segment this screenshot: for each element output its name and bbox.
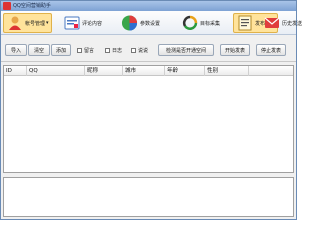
toolbar-comment-label: 评论内容 [82, 20, 103, 27]
detect-space-button[interactable]: 检测是否开通空间 [158, 44, 214, 56]
app-logo-icon [3, 2, 11, 10]
toolbar-param-settings[interactable]: 参数设置 [121, 13, 160, 33]
app-window: QQ空间营销助手 帐号管理 ▾ 评论内容 参数设置 目标采集 历史发送 导入 清… [0, 0, 302, 220]
diary-checkbox-label: 日志 [112, 47, 123, 54]
table-header: ID QQ 昵称 城市 年龄 性别 [4, 66, 293, 76]
message-checkbox[interactable]: 留言 [77, 46, 94, 54]
history-send-icon [263, 15, 280, 32]
control-row: 导入 清空 添加 留言 日志 说说 检测是否开通空间 开始发表 停止发表 [1, 35, 296, 62]
toolbar-history-send[interactable]: 历史发送 [263, 13, 302, 33]
log-area[interactable] [3, 177, 294, 217]
column-header-qq[interactable]: QQ [27, 66, 85, 76]
import-button[interactable]: 导入 [5, 44, 27, 56]
clear-button[interactable]: 清空 [28, 44, 50, 56]
toolbar-target-collect[interactable]: 目标采集 [181, 13, 220, 33]
toolbar-settings-label: 参数设置 [140, 20, 161, 27]
comment-content-icon [63, 15, 80, 32]
publish-comment-icon [236, 15, 253, 32]
talk-checkbox[interactable]: 说说 [131, 46, 148, 54]
chevron-down-icon: ▾ [46, 20, 49, 26]
refresh-collect-icon [181, 15, 198, 32]
column-header-age[interactable]: 年龄 [165, 66, 205, 76]
diary-checkbox-box[interactable] [105, 47, 110, 53]
add-button[interactable]: 添加 [51, 44, 71, 56]
column-header-gender[interactable]: 性别 [205, 66, 249, 76]
message-checkbox-box[interactable] [77, 47, 82, 53]
target-table[interactable]: ID QQ 昵称 城市 年龄 性别 [3, 65, 294, 173]
toolbar-collect-label: 目标采集 [200, 20, 221, 27]
column-header-id[interactable]: ID [4, 66, 27, 76]
pie-settings-icon [121, 15, 138, 32]
diary-checkbox[interactable]: 日志 [105, 46, 122, 54]
talk-checkbox-box[interactable] [131, 47, 136, 53]
toolbar-history-label: 历史发送 [282, 20, 303, 27]
title-bar: QQ空间营销助手 [1, 1, 296, 11]
user-account-icon [6, 15, 23, 32]
toolbar-account-label: 帐号管理 [25, 20, 46, 27]
talk-checkbox-label: 说说 [138, 47, 149, 54]
stop-send-button[interactable]: 停止发表 [256, 44, 286, 56]
window-title: QQ空间营销助手 [13, 3, 51, 9]
start-send-button[interactable]: 开始发表 [220, 44, 250, 56]
toolbar-account-manage[interactable]: 帐号管理 ▾ [3, 13, 52, 33]
main-toolbar: 帐号管理 ▾ 评论内容 参数设置 目标采集 历史发送 [1, 11, 302, 35]
column-header-nickname[interactable]: 昵称 [85, 66, 123, 76]
message-checkbox-label: 留言 [84, 47, 95, 54]
column-header-city[interactable]: 城市 [123, 66, 165, 76]
toolbar-comment-content[interactable]: 评论内容 [63, 13, 102, 33]
